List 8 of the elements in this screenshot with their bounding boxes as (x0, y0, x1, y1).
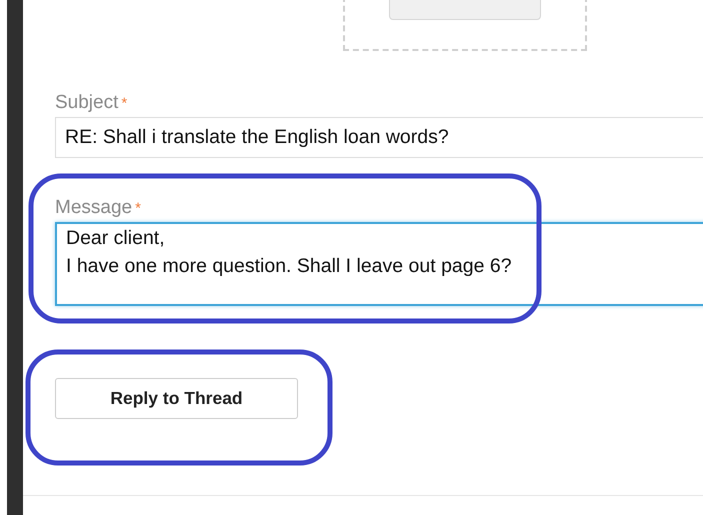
upload-dropzone[interactable] (343, 0, 587, 51)
message-field[interactable]: Dear client, I have one more question. Shall I leave out page 6? (55, 222, 703, 306)
required-mark: * (135, 199, 141, 219)
reply-button[interactable]: Reply to Thread (55, 378, 298, 419)
required-mark: * (121, 94, 128, 114)
subject-field[interactable]: RE: Shall i translate the English loan words? (55, 117, 703, 158)
field-label: Message (55, 196, 132, 220)
field-label: Subject (55, 91, 118, 115)
